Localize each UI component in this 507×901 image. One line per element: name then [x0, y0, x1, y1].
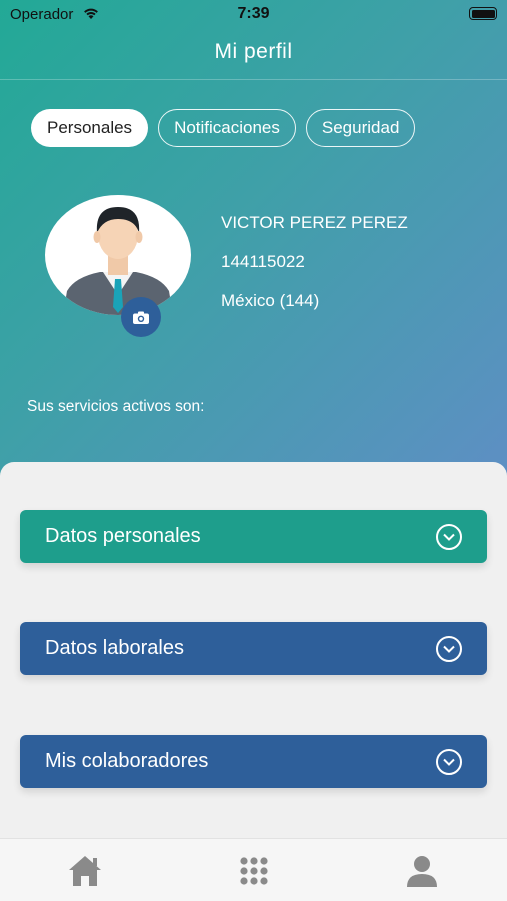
nav-home[interactable] [67, 853, 103, 889]
nav-apps[interactable] [236, 853, 272, 889]
tab-personales[interactable]: Personales [31, 109, 149, 147]
change-photo-button[interactable] [121, 297, 161, 337]
home-icon [69, 856, 101, 886]
status-time: 7:39 [237, 5, 270, 22]
apps-grid-icon [240, 857, 268, 885]
section-label: Datos personales [45, 525, 201, 547]
header-divider [0, 79, 507, 80]
chevron-down-icon [436, 635, 462, 662]
section-mis-colaboradores[interactable]: Mis colaboradores [20, 735, 487, 788]
section-datos-personales[interactable]: Datos personales [20, 510, 487, 563]
chevron-down-icon [436, 523, 462, 550]
profile-info: VICTOR PEREZ PEREZ 144115022 México (144… [221, 212, 408, 329]
services-label: Sus servicios activos son: [27, 398, 205, 415]
services-sheet: Datos personales Datos laborales Mis col… [0, 462, 507, 842]
status-bar: Operador 7:39 [0, 0, 507, 28]
bottom-nav [0, 838, 507, 901]
section-label: Datos laborales [45, 637, 184, 659]
user-country: México (144) [221, 291, 320, 310]
avatar [45, 195, 191, 315]
tab-notificaciones[interactable]: Notificaciones [158, 109, 296, 147]
profile-tabs: Personales Notificaciones Seguridad [31, 109, 416, 147]
tab-seguridad[interactable]: Seguridad [305, 109, 416, 147]
profile-icon [407, 856, 437, 887]
battery-icon [469, 7, 497, 20]
section-datos-laborales[interactable]: Datos laborales [20, 622, 487, 675]
page-title: Mi perfil [214, 40, 293, 63]
nav-profile[interactable] [404, 853, 440, 889]
avatar-container [45, 195, 191, 315]
user-avatar-icon [63, 207, 173, 315]
user-name: VICTOR PEREZ PEREZ [221, 213, 408, 232]
section-label: Mis colaboradores [45, 750, 209, 772]
camera-icon [133, 311, 149, 324]
chevron-down-icon [436, 748, 462, 775]
user-id: 144115022 [221, 252, 305, 271]
